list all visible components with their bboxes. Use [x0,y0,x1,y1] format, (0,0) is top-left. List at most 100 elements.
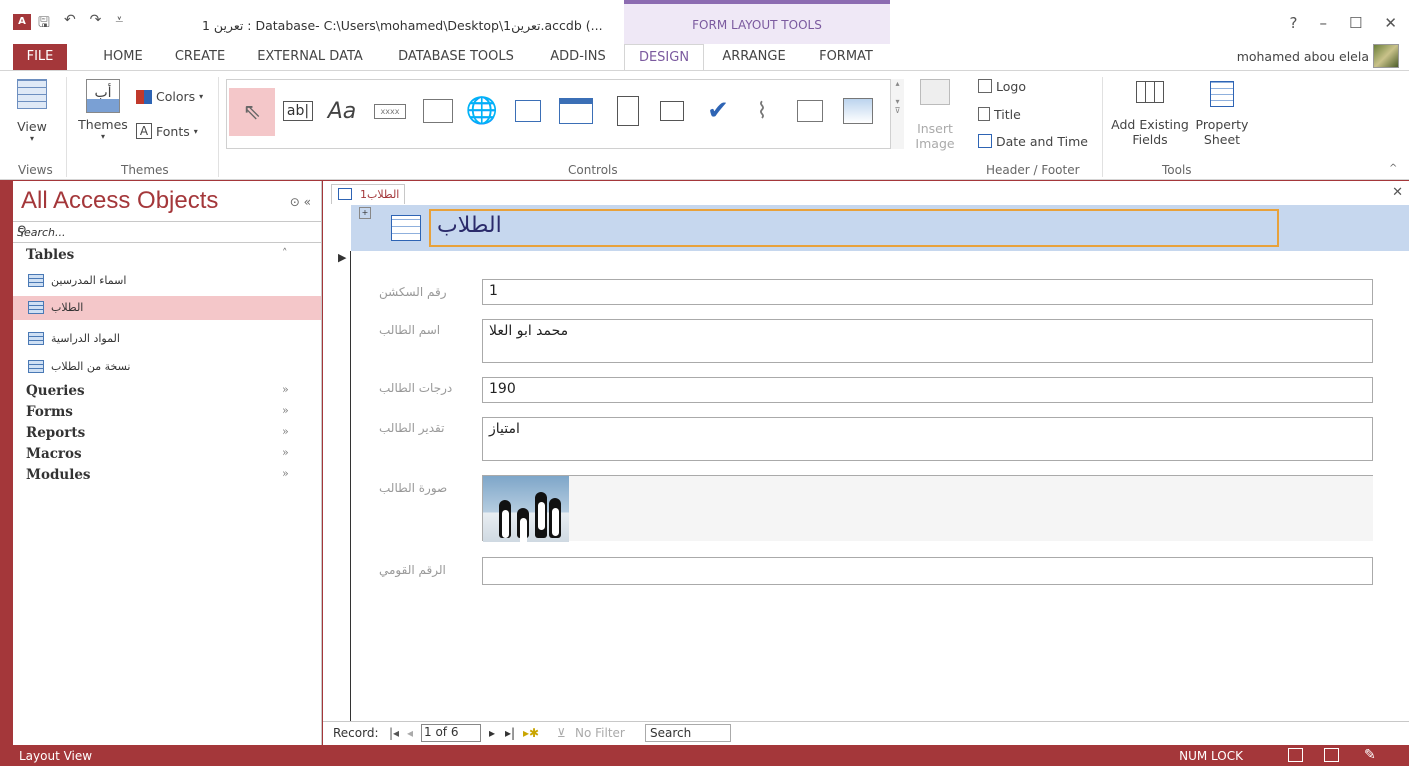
add-existing-fields-button[interactable]: Add Existing Fields [1110,81,1190,147]
search-icon[interactable]: ⚲ [17,224,312,239]
view-label: View [17,119,47,134]
no-filter-label[interactable]: No Filter [575,726,625,740]
design-view-icon[interactable]: ✎ [1364,748,1379,762]
group-tools-label: Tools [1162,163,1192,177]
close-document-icon[interactable]: ✕ [1392,185,1403,200]
collapse-ribbon-icon[interactable]: ^ [1389,163,1397,174]
avatar[interactable] [1373,44,1399,68]
tab-arrange[interactable]: ARRANGE [712,44,796,70]
insert-image-button[interactable]: Insert Image [910,79,960,151]
tab-file[interactable]: FILE [13,44,67,70]
add-existing-label-1: Add Existing [1111,117,1189,132]
undo-icon[interactable]: ↶ [64,12,76,36]
themes-button[interactable]: أب Themes ▾ [76,79,130,141]
property-sheet-button[interactable]: Property Sheet [1194,81,1250,147]
navigation-control-icon[interactable] [557,92,595,130]
title-button[interactable]: Title [978,107,1021,122]
tab-design[interactable]: DESIGN [624,44,704,70]
nav-group-label: Forms [26,404,73,420]
user-name[interactable]: mohamed abou elela [1237,49,1369,64]
tab-external-data[interactable]: EXTERNAL DATA [248,44,372,70]
tab-home[interactable]: HOME [88,44,158,70]
group-divider [66,77,67,177]
colors-button[interactable]: Colors ▾ [136,89,203,104]
chevron-down-icon: ▾ [199,92,204,101]
nav-group-queries[interactable]: Queries » [26,383,289,399]
minimize-button[interactable]: – [1319,14,1327,32]
nav-group-forms[interactable]: Forms » [26,404,289,420]
national-id-field[interactable] [482,557,1373,585]
navigation-pane: All Access Objects ⊙ « Search... ⚲ Table… [13,181,322,745]
option-group-icon[interactable] [609,92,647,130]
checkbox-control-icon[interactable]: ✔ [699,92,737,130]
current-record-input[interactable]: 1 of 6 [421,724,481,742]
field-label-name: اسم الطالب [379,323,441,337]
student-name-field[interactable]: محمد ابو العلا [482,319,1373,363]
list-box-icon[interactable] [791,92,829,130]
penguin-shape [549,498,561,538]
fonts-button[interactable]: A Fonts ▾ [136,123,198,139]
help-button[interactable]: ? [1290,14,1298,32]
nav-item-table[interactable]: اسماء المدرسين [13,269,321,293]
button-control-icon[interactable]: xxxx [371,92,409,130]
picture-icon [920,79,950,105]
nav-group-reports[interactable]: Reports » [26,425,289,441]
textbox-control-icon[interactable]: ab| [279,92,317,130]
tab-form-document[interactable]: الطلاب1 [331,184,405,204]
student-photo-field[interactable] [482,475,1373,546]
section-number-field[interactable]: 1 [482,279,1373,305]
access-app-icon[interactable]: A [13,14,31,30]
nav-group-macros[interactable]: Macros » [26,446,289,462]
image-control-icon[interactable] [839,92,877,130]
insert-image-label-1: Insert [917,121,953,136]
save-icon[interactable]: 🖫 [38,12,50,36]
select-pointer-icon[interactable]: ⇖ [229,88,275,136]
close-button[interactable]: ✕ [1384,14,1397,32]
view-button[interactable]: View ▾ [12,79,52,143]
grade-field[interactable]: امتياز [482,417,1373,461]
next-record-icon[interactable]: ▸ [489,726,495,740]
tab-format[interactable]: FORMAT [806,44,886,70]
first-record-icon[interactable]: |◂ [389,726,399,740]
label-control-icon[interactable]: Aa [323,92,361,130]
grades-field[interactable]: 190 [482,377,1373,403]
last-record-icon[interactable]: ▸| [505,726,515,740]
layout-move-handle-icon[interactable]: + [359,207,371,219]
gallery-scroll[interactable]: ▴ ▾ ⊽ [890,79,904,149]
nav-group-tables[interactable]: Tables ˄ [26,247,288,263]
layout-view-icon[interactable] [1324,748,1339,762]
nav-item-table[interactable]: نسخة من الطلاب [13,355,321,379]
nav-group-modules[interactable]: Modules » [26,467,289,483]
tab-create[interactable]: CREATE [164,44,236,70]
field-label-photo: صورة الطالب [379,481,448,495]
nav-pane-title[interactable]: All Access Objects [21,187,218,215]
quick-access-toolbar: 🖫 ↶ ↷ ⩡ [38,12,123,36]
tab-database-tools[interactable]: DATABASE TOOLS [386,44,526,70]
nav-item-table-selected[interactable]: الطلاب [13,296,321,320]
redo-icon[interactable]: ↷ [90,12,102,36]
web-browser-control-icon[interactable] [509,92,547,130]
form-title-box[interactable]: الطلاب [429,209,1279,247]
customize-qat-icon[interactable]: ⩡ [115,12,123,36]
form-logo-icon[interactable] [391,215,421,241]
grade-value: امتياز [489,421,520,437]
form-view-icon[interactable] [1288,748,1303,762]
field-label-section: رقم السكشن [379,285,447,299]
date-time-button[interactable]: Date and Time [978,134,1088,149]
previous-record-icon[interactable]: ◂ [407,726,413,740]
record-search-input[interactable]: Search [645,724,731,742]
logo-button[interactable]: Logo [978,79,1026,94]
colors-label: Colors [156,89,196,104]
new-record-icon[interactable]: ▸✱ [523,726,539,740]
tab-control-icon[interactable] [419,92,457,130]
nav-search-input[interactable]: Search... ⚲ [13,221,322,243]
nav-group-label: Macros [26,446,82,462]
maximize-button[interactable]: ☐ [1349,14,1362,32]
page-break-icon[interactable] [653,92,691,130]
nav-item-table[interactable]: المواد الدراسية [13,327,321,351]
tab-add-ins[interactable]: ADD-INS [540,44,616,70]
hyperlink-control-icon[interactable]: 🌐 [463,92,501,130]
attachment-icon[interactable]: ⌇ [743,92,781,130]
nav-pane-menu-icon[interactable]: ⊙ « [290,195,311,209]
record-selector[interactable]: ▶ [333,251,351,721]
